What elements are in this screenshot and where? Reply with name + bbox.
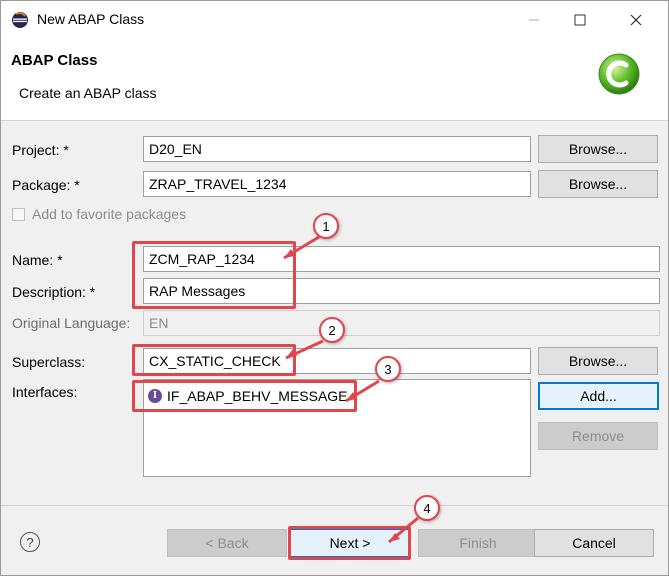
name-label: Name: * — [12, 252, 63, 268]
project-browse-button[interactable]: Browse... — [538, 135, 658, 163]
name-description-highlight — [132, 241, 296, 309]
superclass-label: Superclass: — [12, 354, 86, 370]
title-bar: New ABAP Class — [1, 1, 668, 39]
abap-class-icon — [598, 53, 640, 95]
favorite-packages-option[interactable]: Add to favorite packages — [12, 206, 186, 222]
new-abap-class-dialog: New ABAP Class ABAP Class Create an ABAP… — [0, 0, 669, 576]
next-highlight — [288, 526, 411, 560]
callout-3: 3 — [375, 356, 401, 382]
add-interface-button[interactable]: Add... — [538, 382, 659, 410]
eclipse-icon — [12, 12, 28, 28]
description-label: Description: * — [12, 284, 96, 300]
callout-1: 1 — [313, 213, 339, 239]
help-icon[interactable]: ? — [20, 532, 40, 552]
back-button[interactable]: < Back — [167, 529, 287, 557]
project-input[interactable]: D20_EN — [143, 136, 531, 162]
package-label: Package: * — [12, 177, 80, 193]
favorite-checkbox-label: Add to favorite packages — [32, 206, 187, 222]
favorite-checkbox[interactable] — [12, 207, 25, 221]
maximize-icon — [574, 14, 586, 26]
minimize-icon — [529, 19, 539, 21]
interfaces-label: Interfaces: — [12, 384, 78, 400]
minimize-button[interactable] — [511, 1, 557, 39]
remove-interface-button[interactable]: Remove — [538, 422, 658, 450]
window-title: New ABAP Class — [37, 11, 145, 27]
callout-2: 2 — [319, 317, 345, 343]
wizard-title: ABAP Class — [11, 52, 98, 69]
project-label: Project: * — [12, 142, 69, 158]
footer-divider — [1, 505, 668, 506]
finish-button[interactable]: Finish — [418, 529, 538, 557]
package-input[interactable]: ZRAP_TRAVEL_1234 — [143, 171, 531, 197]
original-language-input: EN — [143, 310, 660, 336]
superclass-highlight — [132, 344, 296, 376]
interface-highlight — [132, 380, 357, 412]
superclass-browse-button[interactable]: Browse... — [538, 347, 658, 375]
close-icon — [630, 14, 642, 26]
maximize-button[interactable] — [557, 1, 603, 39]
original-language-label: Original Language: — [12, 315, 131, 331]
cancel-button[interactable]: Cancel — [534, 529, 654, 557]
package-browse-button[interactable]: Browse... — [538, 170, 658, 198]
wizard-header: ABAP Class Create an ABAP class — [1, 39, 668, 121]
callout-4: 4 — [414, 495, 440, 521]
close-button[interactable] — [613, 1, 659, 39]
wizard-description: Create an ABAP class — [19, 85, 157, 101]
